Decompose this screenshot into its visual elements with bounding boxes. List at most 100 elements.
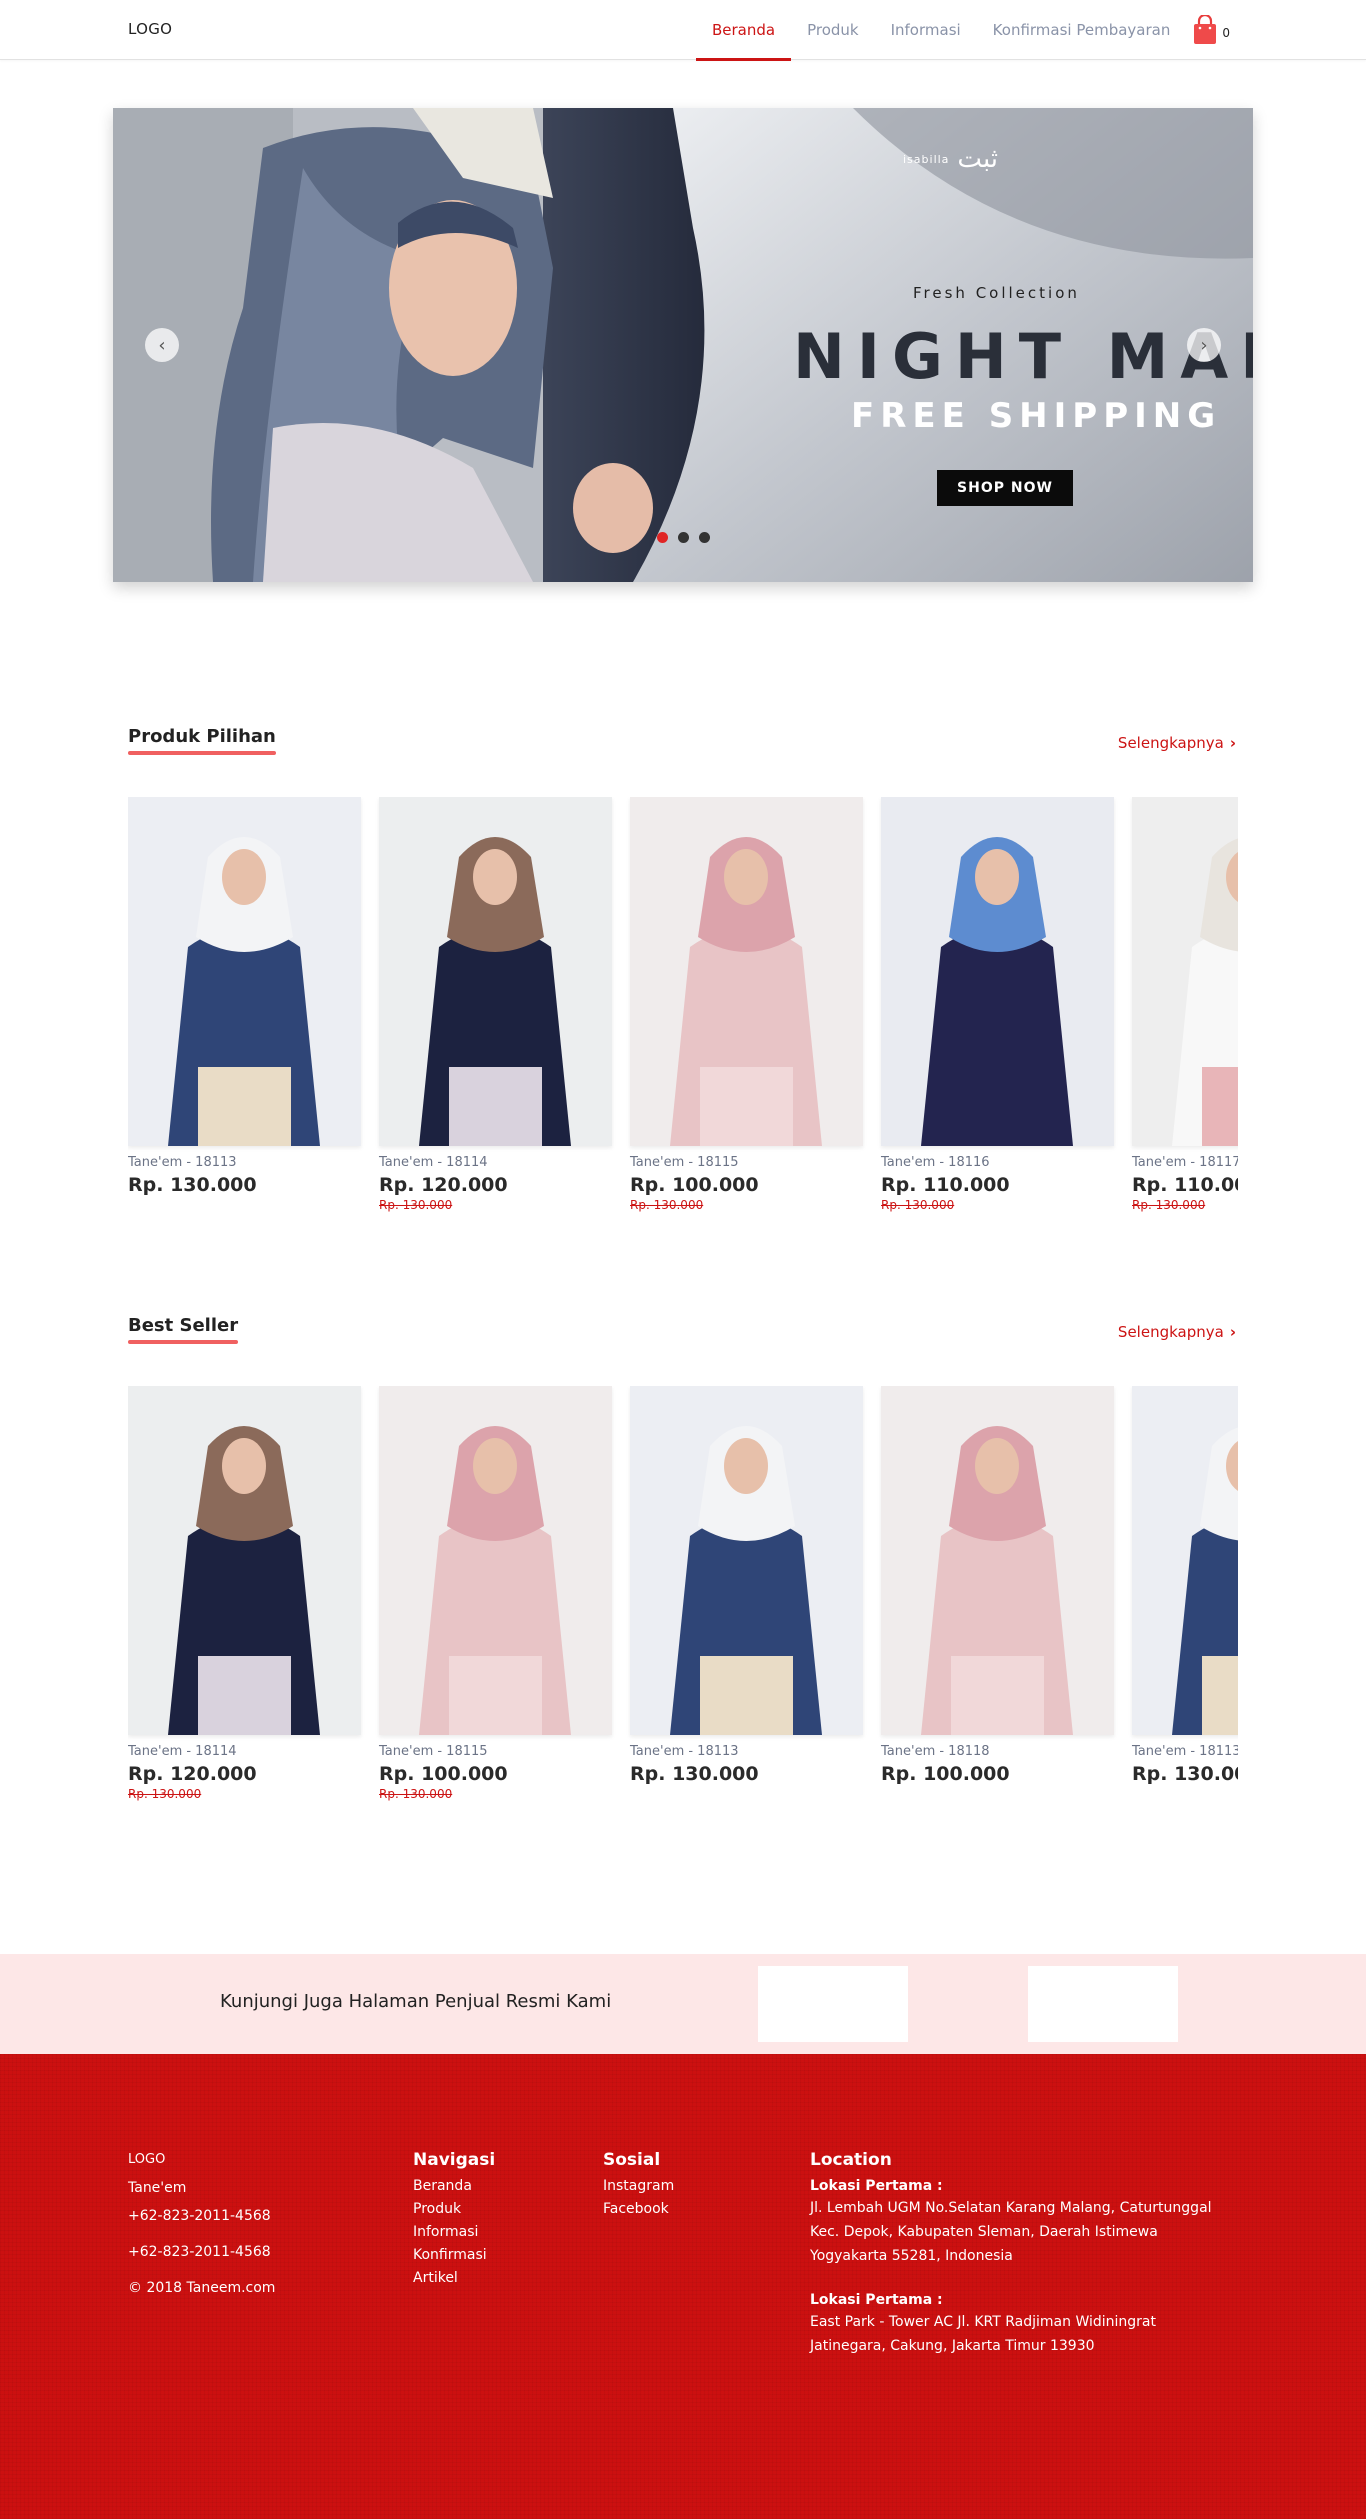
product-card[interactable]: Tane'em - 18115 Rp. 100.000 Rp. 130.000 [630,797,863,1212]
product-name: Tane'em - 18115 [630,1155,739,1170]
footer-logo[interactable]: LOGO [128,2150,275,2170]
footer-link-artikel[interactable]: Artikel [413,2270,495,2286]
product-name: Tane'em - 18114 [379,1155,488,1170]
shop-now-button[interactable]: SHOP NOW [937,470,1073,506]
product-image[interactable] [1132,1386,1238,1735]
featured-title: Produk Pilihan [128,726,276,755]
footer-link-instagram[interactable]: Instagram [603,2178,674,2194]
product-image[interactable] [881,797,1114,1146]
product-card[interactable]: Tane'em - 18116 Rp. 110.000 Rp. 130.000 [881,797,1114,1212]
product-photo [1132,1386,1238,1735]
product-image[interactable] [379,797,612,1146]
product-card[interactable]: Tane'em - 18117 Rp. 110.000 Rp. 130.000 [1132,797,1238,1212]
product-card[interactable]: Tane'em - 18113 Rp. 130.000 [128,797,361,1196]
footer-link-produk[interactable]: Produk [413,2201,495,2217]
nav-link-informasi[interactable]: Informasi [875,0,977,60]
brand-name: isabilla [903,152,950,166]
product-price: Rp. 130.000 [1132,1763,1238,1785]
shopping-bag-icon [1194,15,1217,44]
product-name: Tane'em - 18116 [881,1155,990,1170]
hero-subline: FREE SHIPPING [851,396,1222,436]
footer-company: LOGO Tane'em +62-823-2011-4568 +62-823-2… [128,2150,275,2298]
footer-phone-2: +62-823-2011-4568 [128,2244,271,2260]
site-logo[interactable]: LOGO [128,20,172,38]
location-2-title: Lokasi Pertama : [810,2292,943,2308]
carousel-next-button[interactable]: › [1187,328,1221,362]
footer-company-name: Tane'em [128,2180,187,2196]
product-name: Tane'em - 18117 [1132,1155,1238,1170]
product-card[interactable]: Tane'em - 18114 Rp. 120.000 Rp. 130.000 [128,1386,361,1801]
see-more-label: Selengkapnya [1117,1323,1224,1341]
product-old-price: Rp. 130.000 [1132,1198,1206,1212]
product-card[interactable]: Tane'em - 18118 Rp. 100.000 [881,1386,1114,1785]
product-photo [128,1386,361,1735]
hero-carousel[interactable]: isabilla ثبت Fresh Collection NIGHT MAP … [113,108,1253,582]
product-price: Rp. 110.000 [881,1174,1010,1196]
see-more-label: Selengkapnya [1117,734,1224,752]
navbar: LOGO Beranda Produk Informasi Konfirmasi… [0,0,1366,61]
product-card[interactable]: Tane'em - 18114 Rp. 120.000 Rp. 130.000 [379,797,612,1212]
carousel-prev-button[interactable]: ‹ [145,328,179,362]
footer-location-title: Location [810,2150,892,2170]
chevron-right-icon: › [1200,334,1208,356]
product-name: Tane'em - 18114 [128,1744,237,1759]
hero-kicker: Fresh Collection [913,284,1080,302]
product-price: Rp. 130.000 [128,1174,257,1196]
product-price: Rp. 130.000 [630,1763,759,1785]
product-price: Rp. 100.000 [881,1763,1010,1785]
store-logo-1[interactable] [758,1966,908,2042]
featured-see-more-link[interactable]: Selengkapnya › [1118,734,1236,752]
bestseller-product-list: Tane'em - 18114 Rp. 120.000 Rp. 130.000 Tan… [128,1386,1238,1826]
store-logo-2[interactable] [1028,1966,1178,2042]
official-stores-text: Kunjungi Juga Halaman Penjual Resmi Kami [220,1991,612,2012]
product-price: Rp. 100.000 [379,1763,508,1785]
product-photo [1132,797,1238,1146]
product-photo [379,1386,612,1735]
footer-nav-title: Navigasi [413,2150,496,2170]
product-photo [630,797,863,1146]
location-2-address: East Park - Tower AC Jl. KRT Radjiman Wi… [810,2314,1156,2354]
product-image[interactable] [630,797,863,1146]
brand-mark: isabilla ثبت [903,144,998,174]
product-image[interactable] [128,797,361,1146]
product-card[interactable]: Tane'em - 18115 Rp. 100.000 Rp. 130.000 [379,1386,612,1801]
chevron-left-icon: ‹ [158,334,166,356]
product-image[interactable] [379,1386,612,1735]
product-name: Tane'em - 18113 [128,1155,237,1170]
footer-link-informasi[interactable]: Informasi [413,2224,495,2240]
footer-link-facebook[interactable]: Facebook [603,2201,674,2217]
footer-navigation: Navigasi Beranda Produk Informasi Konfir… [413,2150,495,2293]
footer-social-title: Sosial [603,2150,661,2170]
carousel-dot-3[interactable] [699,532,710,543]
product-image[interactable] [881,1386,1114,1735]
footer-link-beranda[interactable]: Beranda [413,2178,495,2194]
product-name: Tane'em - 18115 [379,1744,488,1759]
product-image[interactable] [630,1386,863,1735]
product-old-price: Rp. 130.000 [379,1787,453,1801]
nav-link-beranda[interactable]: Beranda [695,0,792,61]
carousel-indicators [657,532,710,543]
carousel-dot-2[interactable] [678,532,689,543]
nav-link-konfirmasi[interactable]: Konfirmasi Pembayaran [977,0,1187,60]
product-card[interactable]: Tane'em - 18113 Rp. 130.000 [630,1386,863,1785]
cart-button[interactable]: 0 [1192,15,1230,45]
main-nav: Beranda Produk Informasi Konfirmasi Pemb… [695,0,1230,61]
official-stores-band: Kunjungi Juga Halaman Penjual Resmi Kami [0,1954,1366,2054]
product-old-price: Rp. 130.000 [881,1198,955,1212]
chevron-right-icon: › [1229,1323,1236,1341]
bestseller-see-more-link[interactable]: Selengkapnya › [1118,1323,1236,1341]
product-card[interactable]: Tane'em - 18113 Rp. 130.000 [1132,1386,1238,1785]
carousel-dot-1[interactable] [657,532,668,543]
product-price: Rp. 110.000 [1132,1174,1238,1196]
product-price: Rp. 120.000 [379,1174,508,1196]
product-image[interactable] [1132,797,1238,1146]
footer-social: Sosial Instagram Facebook [603,2150,674,2224]
nav-link-produk[interactable]: Produk [791,0,875,60]
product-old-price: Rp. 130.000 [630,1198,704,1212]
footer-link-konfirmasi[interactable]: Konfirmasi [413,2247,495,2263]
product-image[interactable] [128,1386,361,1735]
product-photo [128,797,361,1146]
product-price: Rp. 120.000 [128,1763,257,1785]
product-photo [881,1386,1114,1735]
product-old-price: Rp. 130.000 [379,1198,453,1212]
